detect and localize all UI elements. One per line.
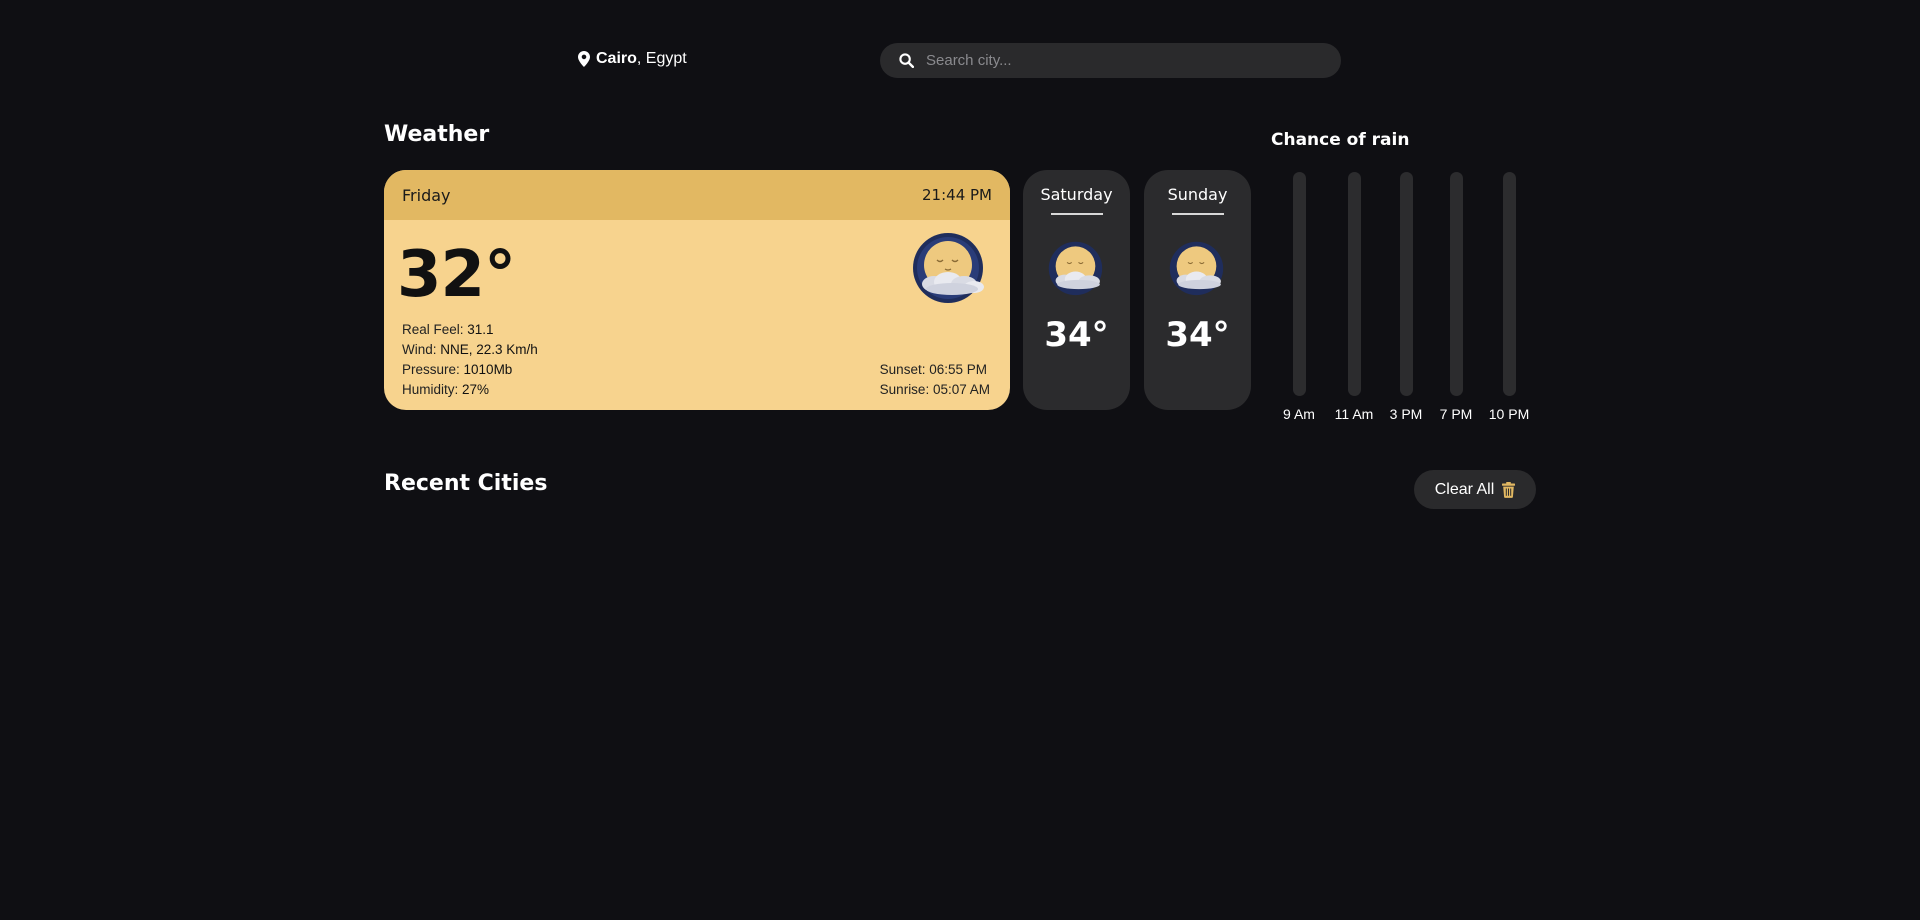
forecast-day: Sunday [1167,185,1228,204]
today-card-header: Friday 21:44 PM [384,170,1010,220]
today-details: Real Feel: 31.1 Wind: NNE, 22.3 Km/h Pre… [402,320,538,400]
clear-all-label: Clear All [1434,480,1495,498]
clear-all-button[interactable]: Clear All [1414,470,1536,509]
rain-bar-3pm [1400,172,1413,396]
divider [1171,213,1224,215]
location-country: , Egypt [636,50,687,67]
today-day: Friday [402,185,451,205]
moon-cloud-icon [1169,241,1223,295]
sunrise: Sunrise: 05:07 AM [879,382,990,397]
rain-bar-9am [1293,172,1306,396]
forecast-temperature: 34° [1044,314,1109,355]
rain-hour-label: 7 PM [1439,406,1473,422]
search-input[interactable] [926,52,1306,69]
weather-title: Weather [384,122,490,147]
sunset: Sunset: 06:55 PM [879,362,987,377]
forecast-card-sunday: Sunday 34° [1144,170,1251,410]
divider [1050,213,1103,215]
today-time: 21:44 PM [922,186,992,204]
today-card: Friday 21:44 PM 32° Real Feel: 31.1 Wind… [384,170,1010,410]
location-city: Cairo [596,50,637,67]
forecast-card-saturday: Saturday 34° [1023,170,1130,410]
current-location: Cairo, Egypt [578,50,687,68]
rain-bar-10pm [1503,172,1516,396]
rain-hour-label: 10 PM [1488,406,1530,422]
pressure: Pressure: 1010Mb [402,362,513,377]
today-temperature: 32° [397,238,516,312]
rain-hour-label: 11 Am [1334,406,1374,422]
moon-cloud-icon [1048,241,1102,295]
forecast-temperature: 34° [1165,314,1230,355]
sun-times: Sunset: 06:55 PM Sunrise: 05:07 AM [880,360,990,400]
rain-bar-11am [1348,172,1361,396]
humidity: Humidity: 27% [402,382,490,397]
rain-bar-7pm [1450,172,1463,396]
real-feel: Real Feel: 31.1 [402,322,494,337]
forecast-day: Saturday [1040,185,1113,204]
wind: Wind: NNE, 22.3 Km/h [402,342,538,357]
chance-of-rain-title: Chance of rain [1271,130,1410,150]
rain-hour-label: 9 Am [1283,406,1315,422]
map-pin-icon [578,51,590,67]
recent-cities-title: Recent Cities [384,471,548,496]
search-icon [899,53,914,68]
moon-cloud-icon [913,233,984,303]
search-bar[interactable] [880,43,1341,78]
rain-hour-label: 3 PM [1389,406,1423,422]
trash-icon [1502,481,1516,498]
